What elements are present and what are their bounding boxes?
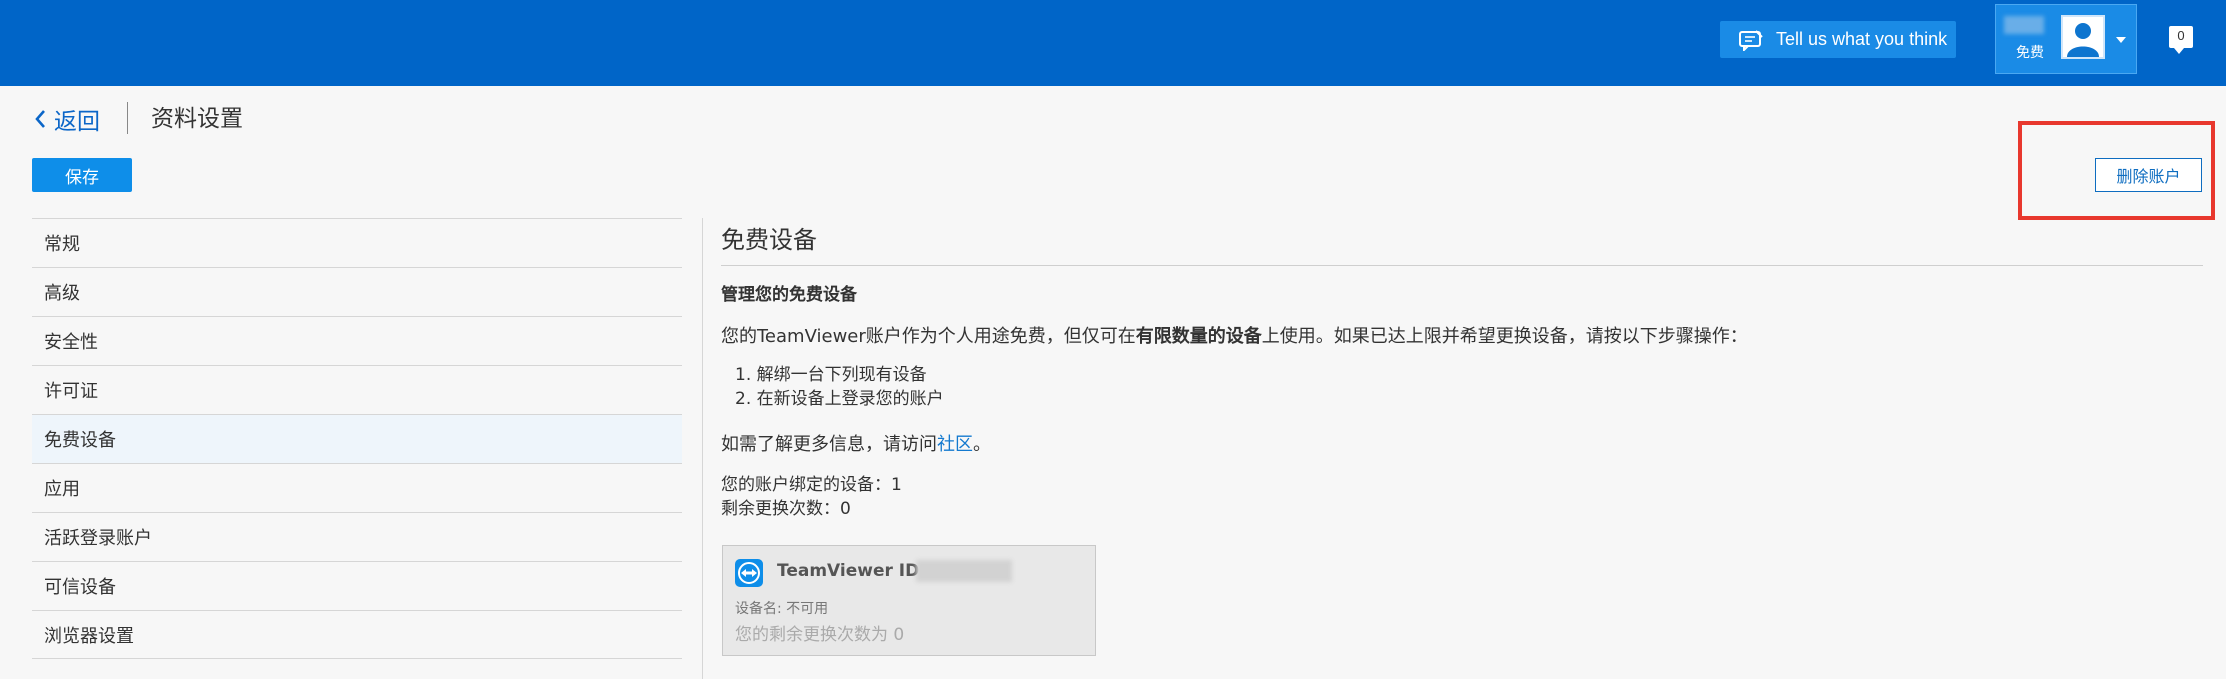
sidebar-item-label: 应用 xyxy=(44,479,80,500)
device-name: 设备名: 不可用 xyxy=(735,601,829,617)
feedback-icon xyxy=(1739,29,1763,51)
steps-list: 1. 解绑一台下列现有设备 2. 在新设备上登录您的账户 xyxy=(735,363,944,411)
description-part: 您的TeamViewer账户作为个人用途免费，但仅可在 xyxy=(721,326,1136,347)
community-link[interactable]: 社区 xyxy=(937,434,973,455)
notification-icon[interactable]: 0 xyxy=(2169,26,2193,54)
sidebar-item-apps[interactable]: 应用 xyxy=(32,463,682,512)
feedback-label: Tell us what you think xyxy=(1776,29,1948,49)
sidebar-item-label: 免费设备 xyxy=(44,430,116,451)
description-part: 上使用。如果已达上限并希望更换设备，请按以下步骤操作： xyxy=(1261,326,1748,347)
sidebar-item-general[interactable]: 常规 xyxy=(32,218,682,267)
sidebar-item-browser-settings[interactable]: 浏览器设置 xyxy=(32,610,682,659)
section-subheading: 管理您的免费设备 xyxy=(721,285,857,305)
sidebar-item-advanced[interactable]: 高级 xyxy=(32,267,682,316)
chevron-left-icon xyxy=(35,110,45,128)
sidebar-item-label: 安全性 xyxy=(44,332,98,353)
user-avatar-icon xyxy=(2061,15,2105,59)
sidebar-item-label: 许可证 xyxy=(44,381,98,402)
teamviewer-logo-icon xyxy=(735,559,763,587)
sidebar-item-license[interactable]: 许可证 xyxy=(32,365,682,414)
device-remaining-swaps: 您的剩余更换次数为 0 xyxy=(735,625,905,645)
chevron-down-icon xyxy=(2116,37,2126,43)
top-bar: Tell us what you think 免费 0 xyxy=(0,0,2226,86)
save-button[interactable]: 保存 xyxy=(32,158,132,192)
sidebar-item-security[interactable]: 安全性 xyxy=(32,316,682,365)
sidebar-item-label: 常规 xyxy=(44,234,80,255)
back-label: 返回 xyxy=(54,109,100,135)
sidebar-item-label: 可信设备 xyxy=(44,577,116,598)
header-divider xyxy=(127,102,128,134)
device-card[interactable]: TeamViewer ID: 设备名: 不可用 您的剩余更换次数为 0 xyxy=(722,545,1096,656)
list-item: 1. 解绑一台下列现有设备 xyxy=(735,365,927,385)
teamviewer-id-redacted xyxy=(916,560,1012,582)
settings-sidebar: 常规 高级 安全性 许可证 免费设备 应用 活跃登录账户 可信设备 浏览器设置 xyxy=(32,218,682,659)
sidebar-item-free-devices[interactable]: 免费设备 xyxy=(32,414,682,463)
more-info-part: 如需了解更多信息，请访问 xyxy=(721,434,937,455)
main-content: 免费设备 管理您的免费设备 您的TeamViewer账户作为个人用途免费，但仅可… xyxy=(721,218,2203,656)
content-divider xyxy=(702,218,703,679)
highlight-annotation xyxy=(2018,121,2215,220)
back-link[interactable]: 返回 xyxy=(34,102,100,136)
account-menu[interactable]: 免费 xyxy=(1995,4,2137,74)
page-title: 资料设置 xyxy=(151,106,243,132)
remaining-swaps-count: 剩余更换次数：0 xyxy=(721,499,851,519)
list-item: 2. 在新设备上登录您的账户 xyxy=(735,389,944,409)
account-name-redacted xyxy=(2004,16,2044,34)
sidebar-item-label: 活跃登录账户 xyxy=(44,528,152,549)
notification-count: 0 xyxy=(2177,28,2185,43)
description-text: 您的TeamViewer账户作为个人用途免费，但仅可在有限数量的设备上使用。如果… xyxy=(721,322,1748,348)
description-emphasis: 有限数量的设备 xyxy=(1135,326,1262,347)
account-plan-label: 免费 xyxy=(2016,45,2044,61)
more-info-text: 如需了解更多信息，请访问社区。 xyxy=(721,430,991,456)
bound-devices-count: 您的账户绑定的设备：1 xyxy=(721,475,902,495)
feedback-button[interactable]: Tell us what you think xyxy=(1720,21,1956,58)
more-info-part: 。 xyxy=(973,434,991,455)
teamviewer-id-label: TeamViewer ID: xyxy=(777,561,927,581)
sidebar-item-active-logins[interactable]: 活跃登录账户 xyxy=(32,512,682,561)
section-title: 免费设备 xyxy=(721,218,2203,266)
device-stats: 您的账户绑定的设备：1 剩余更换次数：0 xyxy=(721,473,902,521)
sidebar-item-label: 高级 xyxy=(44,283,80,304)
sidebar-item-label: 浏览器设置 xyxy=(44,625,134,647)
sidebar-item-trusted-devices[interactable]: 可信设备 xyxy=(32,561,682,610)
